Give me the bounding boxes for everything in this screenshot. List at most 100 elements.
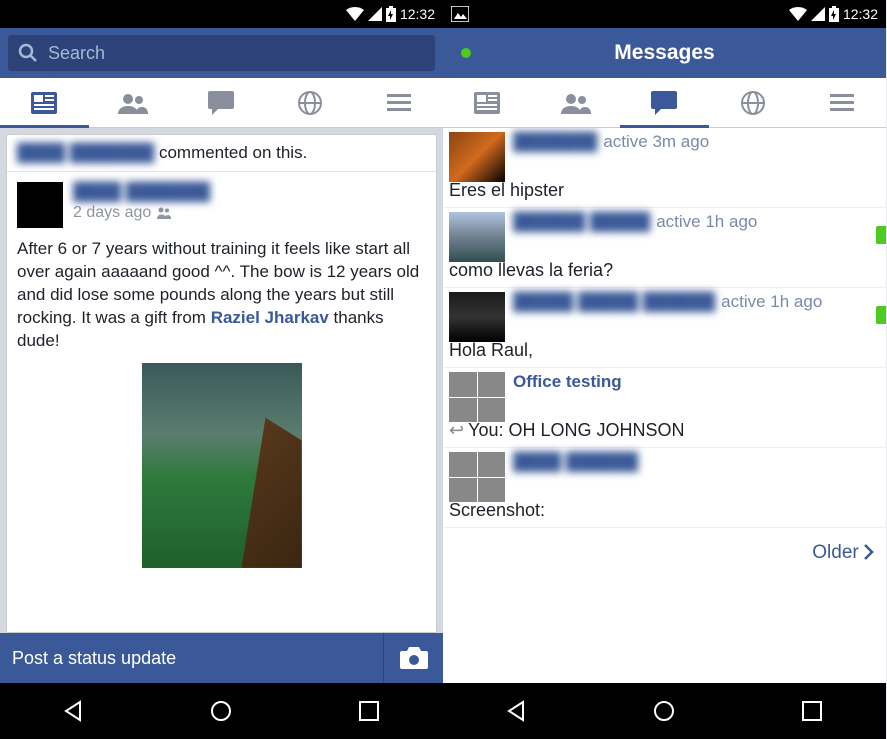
messages-icon: [651, 91, 677, 115]
message-thread[interactable]: ███████ active 3m ago Eres el hipster: [443, 128, 886, 208]
activity-line: ████ ███████ commented on this.: [7, 135, 436, 172]
thread-preview: ↩You: OH LONG JOHNSON: [449, 394, 880, 441]
app-bar: Messages: [443, 28, 886, 78]
audience-icon: [157, 207, 171, 219]
tab-friends[interactable]: [89, 78, 178, 127]
thread-preview: como llevas la feria?: [449, 234, 880, 281]
status-time: 12:32: [843, 6, 878, 22]
compose-bar: Post a status update: [0, 633, 443, 683]
friends-icon: [561, 92, 591, 114]
message-thread[interactable]: ████ ██████ Screenshot:: [443, 448, 886, 528]
search-placeholder: Search: [48, 43, 105, 64]
nav-home-icon: [653, 700, 675, 722]
tab-messages[interactable]: [177, 78, 266, 127]
group-avatar: [449, 372, 505, 422]
thread-name: ████ ██████: [513, 452, 638, 472]
post-time: 2 days ago: [73, 204, 210, 222]
battery-icon: [386, 6, 396, 22]
mobile-indicator: [876, 306, 886, 324]
globe-icon: [741, 91, 765, 115]
activity-action: commented on this.: [159, 143, 307, 162]
thread-name: ██████ █████: [513, 212, 650, 232]
signal-icon: [368, 7, 382, 21]
older-link[interactable]: Older: [443, 528, 886, 578]
thread-status: active 1h ago: [656, 212, 757, 232]
messages-list: ███████ active 3m ago Eres el hipster ██…: [443, 128, 886, 683]
nav-recent-icon: [802, 701, 822, 721]
tab-bar: [0, 78, 443, 128]
thread-preview: Hola Raul,: [449, 314, 880, 361]
nav-back[interactable]: [44, 691, 104, 731]
app-bar: Search: [0, 28, 443, 78]
tab-newsfeed[interactable]: [443, 78, 532, 127]
messages-content: ███████ active 3m ago Eres el hipster ██…: [443, 128, 886, 683]
tab-menu[interactable]: [354, 78, 443, 127]
search-input[interactable]: Search: [8, 35, 435, 71]
thread-preview: Eres el hipster: [449, 154, 880, 201]
nav-recent[interactable]: [339, 691, 399, 731]
newsfeed-icon: [31, 92, 57, 114]
android-status-bar: 12:32: [0, 0, 443, 28]
feed-post[interactable]: ████ ███████ commented on this. ████ ███…: [6, 134, 437, 633]
nav-back[interactable]: [487, 691, 547, 731]
compose-status[interactable]: Post a status update: [0, 648, 383, 669]
avatar[interactable]: [17, 182, 63, 228]
android-nav-bar: [443, 683, 886, 739]
globe-icon: [298, 91, 322, 115]
messages-icon: [208, 91, 234, 115]
battery-icon: [829, 6, 839, 22]
thread-name: █████ █████ ██████: [513, 292, 715, 312]
image-notification-icon: [451, 6, 469, 22]
message-thread[interactable]: Office testing ↩You: OH LONG JOHNSON: [443, 368, 886, 448]
thread-status: active 1h ago: [721, 292, 822, 312]
message-thread[interactable]: ██████ █████ active 1h ago como llevas l…: [443, 208, 886, 288]
hamburger-icon: [387, 94, 411, 112]
tab-notifications[interactable]: [266, 78, 355, 127]
mention-link[interactable]: Raziel Jharkav: [211, 308, 329, 327]
presence-indicator: [461, 48, 471, 58]
nav-back-icon: [63, 700, 85, 722]
chevron-right-icon: [864, 544, 874, 560]
activity-actor: ████ ███████: [17, 143, 154, 162]
post-image[interactable]: [142, 363, 302, 568]
nav-home[interactable]: [634, 691, 694, 731]
camera-icon: [400, 647, 428, 669]
avatar: [449, 212, 505, 262]
search-icon: [18, 43, 38, 63]
feed-content: ████ ███████ commented on this. ████ ███…: [0, 128, 443, 633]
thread-name: ███████: [513, 132, 597, 152]
page-title: Messages: [471, 41, 858, 65]
avatar: [449, 292, 505, 342]
tab-newsfeed[interactable]: [0, 78, 89, 127]
camera-button[interactable]: [383, 633, 443, 683]
nav-home[interactable]: [191, 691, 251, 731]
reply-icon: ↩: [449, 420, 464, 440]
thread-name: Office testing: [513, 372, 622, 392]
post-body: After 6 or 7 years without training it f…: [7, 238, 436, 363]
tab-messages[interactable]: [620, 78, 709, 127]
group-avatar: [449, 452, 505, 502]
friends-icon: [118, 92, 148, 114]
newsfeed-icon: [474, 92, 500, 114]
signal-icon: [811, 7, 825, 21]
message-thread[interactable]: █████ █████ ██████ active 1h ago Hola Ra…: [443, 288, 886, 368]
nav-back-icon: [506, 700, 528, 722]
post-author[interactable]: ████ ███████: [73, 182, 210, 202]
nav-home-icon: [210, 700, 232, 722]
tab-menu[interactable]: [797, 78, 886, 127]
mobile-indicator: [876, 226, 886, 244]
post-header: ████ ███████ 2 days ago: [7, 172, 436, 238]
tab-friends[interactable]: [532, 78, 621, 127]
hamburger-icon: [830, 94, 854, 112]
avatar: [449, 132, 505, 182]
tab-notifications[interactable]: [709, 78, 798, 127]
thread-status: active 3m ago: [603, 132, 709, 152]
android-nav-bar: [0, 683, 443, 739]
nav-recent-icon: [359, 701, 379, 721]
thread-preview: Screenshot:: [449, 474, 880, 521]
phone-newsfeed: 12:32 Search ████ ███████ commented on: [0, 0, 443, 739]
wifi-icon: [346, 7, 364, 21]
status-time: 12:32: [400, 6, 435, 22]
phone-messages: 12:32 Messages ██████: [443, 0, 886, 739]
nav-recent[interactable]: [782, 691, 842, 731]
